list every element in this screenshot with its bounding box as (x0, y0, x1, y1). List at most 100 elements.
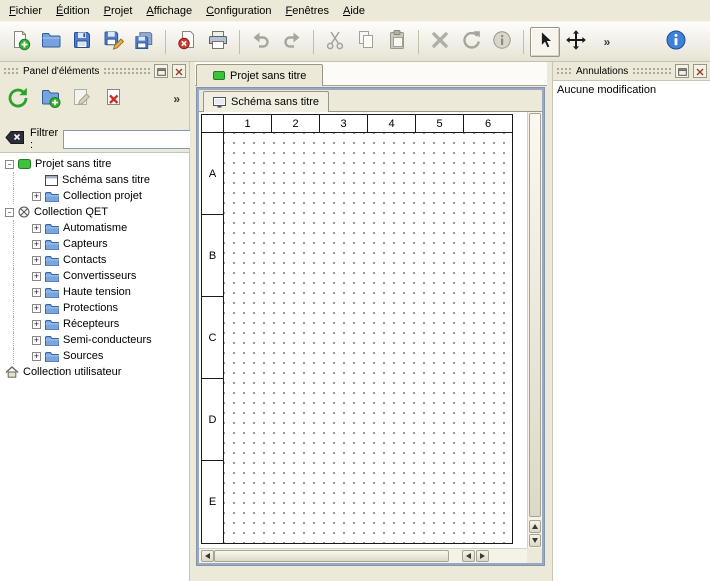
delete-element-icon (102, 86, 126, 113)
tree-item-automatisme[interactable]: + Automatisme (0, 220, 189, 236)
expander-icon[interactable]: + (32, 240, 41, 249)
move-tool-button[interactable] (561, 27, 591, 57)
dock-grip[interactable] (556, 67, 572, 75)
tree-indent (13, 220, 28, 236)
delete-element-button[interactable] (100, 85, 128, 113)
menu-aide[interactable]: Aide (336, 1, 372, 21)
copy-button[interactable] (351, 27, 381, 57)
select-tool-icon (534, 29, 556, 54)
edit-element-button[interactable] (68, 85, 96, 113)
tree-item-collection-qet[interactable]: - Collection QET (0, 204, 189, 220)
elements-panel-titlebar[interactable]: Panel d'éléments (0, 62, 189, 80)
undo-panel: Annulations Aucune modification (552, 62, 710, 581)
tree-item-haute-tension[interactable]: + Haute tension (0, 284, 189, 300)
menu-configuration[interactable]: Configuration (199, 1, 278, 21)
menu-edition[interactable]: Édition (49, 1, 97, 21)
expander-icon[interactable]: + (32, 352, 41, 361)
menu-affichage[interactable]: Affichage (139, 1, 199, 21)
tree-item-project[interactable]: - Projet sans titre (0, 156, 189, 172)
tree-item-capteurs[interactable]: + Capteurs (0, 236, 189, 252)
close-project-button[interactable] (172, 27, 202, 57)
row-ruler: A B C D E (202, 133, 224, 543)
scroll-right-button[interactable] (476, 550, 489, 562)
schematic-canvas[interactable] (224, 133, 512, 543)
tree-item-contacts[interactable]: + Contacts (0, 252, 189, 268)
v-scroll-thumb[interactable] (529, 113, 541, 517)
close-panel-button[interactable] (172, 64, 186, 78)
menu-fenetres[interactable]: Fenêtres (279, 1, 336, 21)
expander-icon[interactable]: + (32, 256, 41, 265)
toolbar-overflow-button[interactable]: » (592, 27, 622, 57)
clear-filter-button[interactable] (5, 130, 25, 148)
tree-item-collection-projet[interactable]: + Collection projet (0, 188, 189, 204)
reload-collections-button[interactable] (4, 85, 32, 113)
info-button[interactable] (487, 27, 517, 57)
toolbar-separator (239, 30, 240, 54)
scroll-left-end-button[interactable] (462, 550, 475, 562)
expander-icon[interactable]: + (32, 288, 41, 297)
dock-grip[interactable] (103, 67, 150, 75)
project-tab-icon (213, 71, 225, 80)
float-panel-button[interactable] (675, 64, 689, 78)
paste-icon (386, 29, 408, 54)
tree-item-schema[interactable]: Schéma sans titre (0, 172, 189, 188)
tree-item-convertisseurs[interactable]: + Convertisseurs (0, 268, 189, 284)
expander-icon[interactable]: + (32, 320, 41, 329)
menu-bar: Fichier Édition Projet Affichage Configu… (0, 0, 710, 22)
copy-icon (355, 29, 377, 54)
help-info-button[interactable] (661, 27, 691, 57)
menu-projet[interactable]: Projet (97, 1, 140, 21)
expander-icon[interactable]: + (32, 224, 41, 233)
folder-icon (45, 255, 59, 266)
paste-button[interactable] (382, 27, 412, 57)
dock-grip[interactable] (3, 67, 19, 75)
tree-item-collection-utilisateur[interactable]: Collection utilisateur (0, 364, 189, 380)
save-button[interactable] (67, 27, 97, 57)
dock-grip[interactable] (632, 67, 671, 75)
expander-icon[interactable]: + (32, 304, 41, 313)
open-project-button[interactable] (36, 27, 66, 57)
print-icon (207, 29, 229, 54)
tree-item-semi-conducteurs[interactable]: + Semi-conducteurs (0, 332, 189, 348)
undo-panel-titlebar[interactable]: Annulations (553, 62, 710, 80)
expander-icon[interactable]: + (32, 272, 41, 281)
folder-icon (45, 239, 59, 250)
expander-icon[interactable]: - (5, 160, 14, 169)
tab-schema-sans-titre[interactable]: Schéma sans titre (203, 91, 329, 112)
print-button[interactable] (203, 27, 233, 57)
cut-button[interactable] (320, 27, 350, 57)
tab-projet-sans-titre[interactable]: Projet sans titre (196, 64, 323, 86)
float-panel-button[interactable] (154, 64, 168, 78)
horizontal-scrollbar[interactable] (199, 548, 527, 563)
row-label: B (202, 215, 223, 297)
new-element-button[interactable] (36, 85, 64, 113)
tree-item-label: Contacts (63, 254, 106, 266)
vertical-scrollbar[interactable] (527, 112, 542, 548)
undo-list[interactable]: Aucune modification (553, 80, 710, 581)
h-scroll-thumb[interactable] (214, 550, 449, 562)
undo-list-item[interactable]: Aucune modification (553, 81, 710, 99)
close-panel-button[interactable] (693, 64, 707, 78)
scroll-left-button[interactable] (201, 550, 214, 562)
undo-button[interactable] (246, 27, 276, 57)
expander-icon[interactable]: + (32, 336, 41, 345)
tree-item-recepteurs[interactable]: + Récepteurs (0, 316, 189, 332)
collections-tree[interactable]: - Projet sans titre Schéma sans titre + … (0, 152, 189, 581)
new-project-button[interactable] (5, 27, 35, 57)
save-all-button[interactable] (129, 27, 159, 57)
expander-icon[interactable]: - (5, 208, 14, 217)
tree-item-sources[interactable]: + Sources (0, 348, 189, 364)
save-as-button[interactable] (98, 27, 128, 57)
scroll-track[interactable] (451, 550, 461, 562)
scroll-down-button[interactable] (529, 534, 541, 547)
menu-fichier[interactable]: Fichier (2, 1, 49, 21)
rotate-button[interactable] (456, 27, 486, 57)
delete-button[interactable] (425, 27, 455, 57)
select-tool-button[interactable] (530, 27, 560, 57)
redo-button[interactable] (277, 27, 307, 57)
panel-overflow-button[interactable]: » (168, 88, 185, 110)
expander-icon[interactable]: + (32, 192, 41, 201)
scroll-up-button[interactable] (529, 520, 541, 533)
tree-item-protections[interactable]: + Protections (0, 300, 189, 316)
move-tool-icon (565, 29, 587, 54)
